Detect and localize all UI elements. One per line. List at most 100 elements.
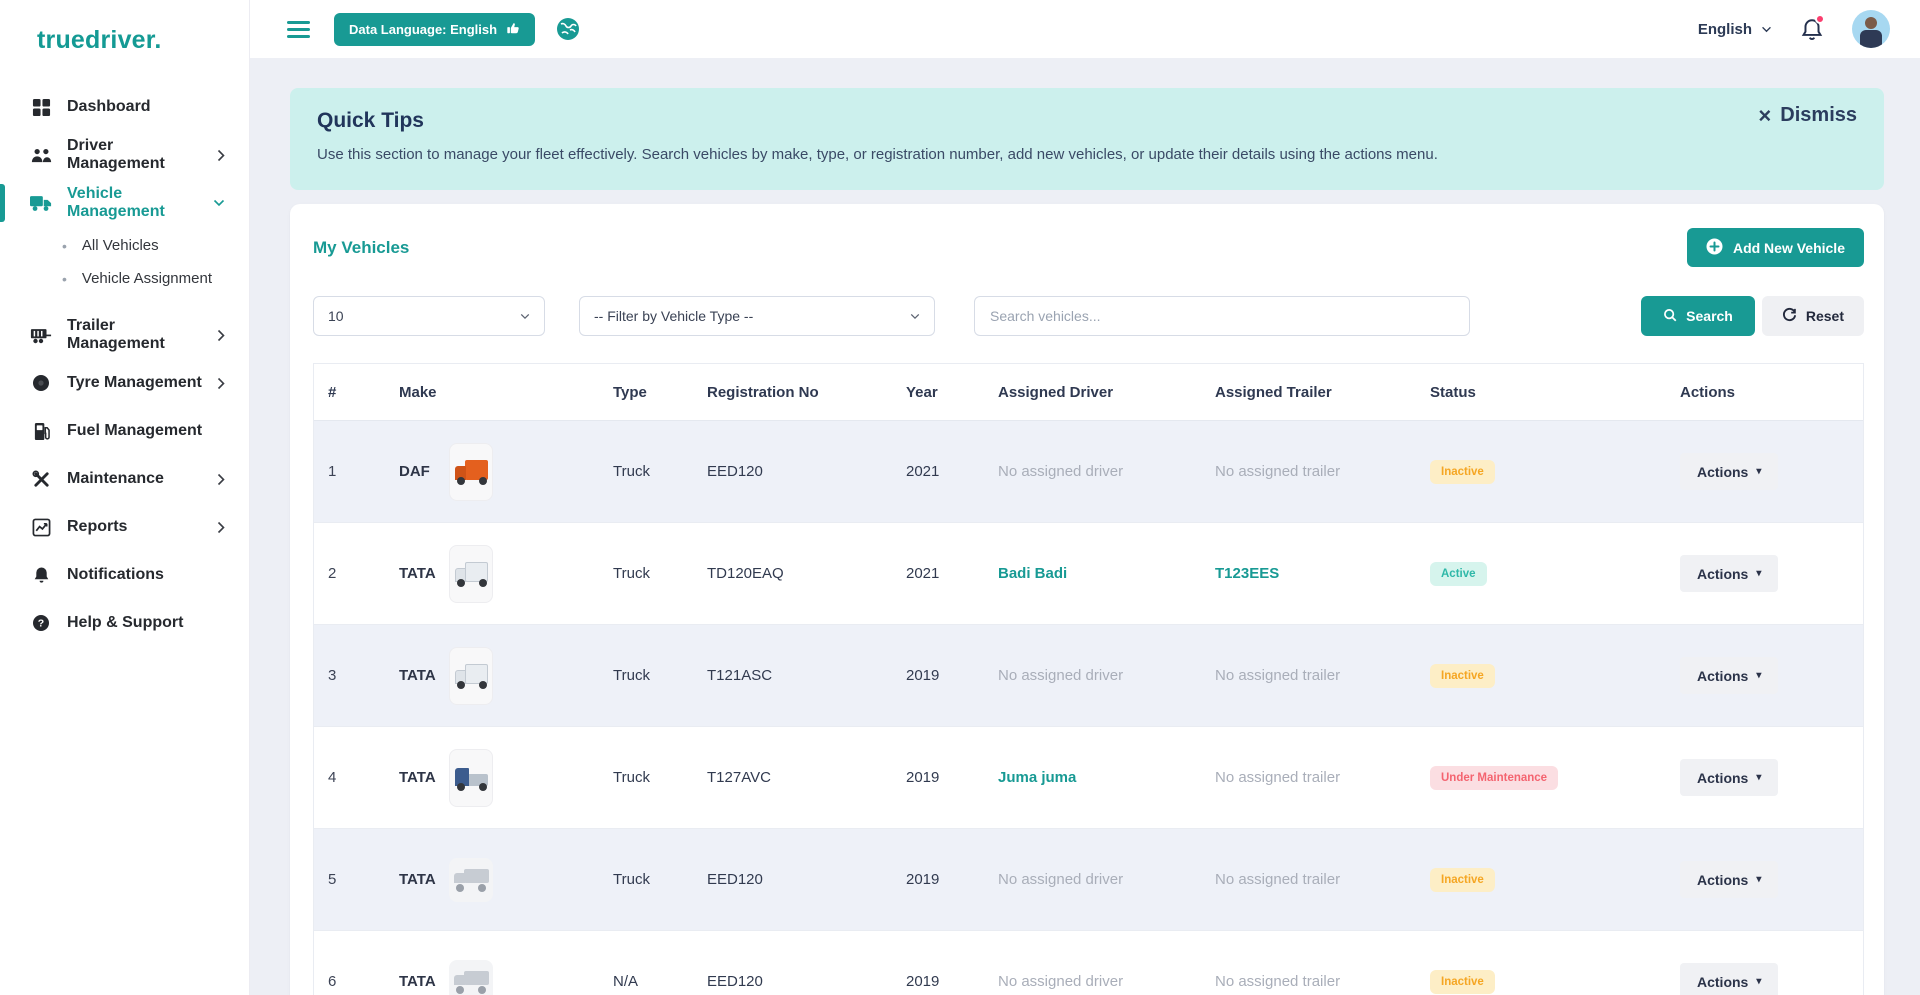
my-vehicles-card: My Vehicles Add New Vehicle 10 --: [290, 204, 1884, 995]
refresh-icon: [1782, 307, 1797, 325]
chevron-down-icon: [1761, 26, 1772, 33]
chevron-down-icon: [213, 199, 225, 207]
assigned-driver: No assigned driver: [998, 463, 1215, 480]
vehicle-type-filter-select[interactable]: -- Filter by Vehicle Type --: [579, 296, 935, 336]
chevron-right-icon: [217, 473, 225, 486]
table-row: 3 TATA Truck T121ASC 2019 No assigned dr…: [314, 625, 1863, 727]
sidebar-item-vehicle-management[interactable]: Vehicle Management: [0, 179, 249, 227]
col-header-index: #: [314, 384, 399, 401]
sidebar-item-maintenance[interactable]: Maintenance: [0, 455, 249, 503]
maintenance-tools-icon: [30, 470, 52, 489]
sidebar-item-label: Reports: [67, 518, 127, 536]
user-avatar[interactable]: [1852, 10, 1890, 48]
row-index: 2: [314, 565, 399, 582]
sidebar-item-dashboard[interactable]: Dashboard: [0, 83, 249, 131]
sidebar-subitem-label: Vehicle Assignment: [82, 270, 212, 287]
hamburger-menu-icon[interactable]: [287, 17, 310, 42]
col-header-actions: Actions: [1680, 384, 1863, 401]
caret-down-icon: ▾: [1756, 976, 1761, 987]
svg-text:?: ?: [38, 618, 44, 630]
sidebar-item-label: Dashboard: [67, 98, 151, 116]
topbar-right: English: [1698, 10, 1890, 48]
search-input[interactable]: [974, 296, 1470, 336]
topbar: Data Language: English English: [250, 0, 1920, 58]
sidebar-item-trailer-management[interactable]: Trailer Management: [0, 311, 249, 359]
assigned-driver: No assigned driver: [998, 871, 1215, 888]
vehicle-year: 2021: [906, 463, 998, 480]
vehicle-type: Truck: [613, 565, 707, 582]
assigned-driver-link[interactable]: Badi Badi: [998, 565, 1215, 582]
language-dropdown[interactable]: English: [1698, 21, 1772, 38]
sidebar-item-fuel-management[interactable]: Fuel Management: [0, 407, 249, 455]
vehicle-registration: TD120EAQ: [707, 565, 906, 582]
data-language-button[interactable]: Data Language: English: [334, 13, 535, 46]
page-size-value: 10: [328, 308, 344, 324]
assigned-trailer: No assigned trailer: [1215, 463, 1430, 480]
search-button[interactable]: Search: [1641, 296, 1755, 336]
actions-dropdown-button[interactable]: Actions▾: [1680, 453, 1778, 490]
sidebar-subitem-vehicle-assignment[interactable]: Vehicle Assignment: [0, 262, 249, 295]
assigned-trailer-link[interactable]: T123EES: [1215, 565, 1430, 582]
actions-dropdown-button[interactable]: Actions▾: [1680, 555, 1778, 592]
brand-logo: truedriver.: [0, 0, 249, 55]
dismiss-button[interactable]: × Dismiss: [1758, 104, 1857, 127]
sidebar-item-notifications[interactable]: Notifications: [0, 551, 249, 599]
chevron-right-icon: [217, 377, 225, 390]
sidebar-item-label: Notifications: [67, 566, 164, 584]
vehicle-year: 2019: [906, 769, 998, 786]
sidebar-item-reports[interactable]: Reports: [0, 503, 249, 551]
plus-circle-icon: [1706, 238, 1723, 258]
vehicle-year: 2019: [906, 667, 998, 684]
close-icon: ×: [1758, 105, 1771, 127]
actions-dropdown-button[interactable]: Actions▾: [1680, 759, 1778, 796]
vehicle-photo-placeholder: [449, 960, 493, 995]
actions-dropdown-button[interactable]: Actions▾: [1680, 963, 1778, 995]
vehicle-type: Truck: [613, 871, 707, 888]
sidebar-item-label: Trailer Management: [67, 317, 202, 353]
vehicle-registration: EED120: [707, 463, 906, 480]
status-badge: Inactive: [1430, 460, 1495, 484]
notifications-bell-icon[interactable]: [1800, 17, 1824, 42]
vehicle-make: TATA: [399, 871, 436, 888]
reset-button[interactable]: Reset: [1762, 296, 1864, 336]
vehicle-make: TATA: [399, 667, 436, 684]
globe-icon[interactable]: [555, 16, 581, 42]
filters-row: 10 -- Filter by Vehicle Type --: [313, 296, 1864, 336]
vehicle-photo-placeholder: [449, 858, 493, 902]
assigned-driver: No assigned driver: [998, 973, 1215, 990]
dashboard-icon: [30, 98, 52, 117]
assigned-trailer: No assigned trailer: [1215, 973, 1430, 990]
language-label: English: [1698, 21, 1752, 38]
vehicle-make: TATA: [399, 973, 436, 990]
status-badge: Inactive: [1430, 970, 1495, 994]
sidebar-item-driver-management[interactable]: Driver Management: [0, 131, 249, 179]
actions-dropdown-button[interactable]: Actions▾: [1680, 861, 1778, 898]
page-content: × Dismiss Quick Tips Use this section to…: [250, 58, 1920, 995]
page-size-select[interactable]: 10: [313, 296, 545, 336]
row-index: 6: [314, 973, 399, 990]
table-row: 2 TATA Truck TD120EAQ 2021 Badi Badi T12…: [314, 523, 1863, 625]
col-header-make: Make: [399, 384, 613, 401]
sidebar-item-label: Tyre Management: [67, 374, 202, 392]
vehicle-registration: EED120: [707, 871, 906, 888]
sidebar-item-help-support[interactable]: ? Help & Support: [0, 599, 249, 647]
caret-down-icon: ▾: [1756, 466, 1761, 477]
help-icon: ?: [30, 614, 52, 632]
vehicle-type: Truck: [613, 463, 707, 480]
tyre-icon: [30, 374, 52, 392]
assigned-driver-link[interactable]: Juma juma: [998, 769, 1215, 786]
col-header-status: Status: [1430, 384, 1680, 401]
quick-tips-banner: × Dismiss Quick Tips Use this section to…: [290, 88, 1884, 190]
page-title: My Vehicles: [313, 238, 409, 258]
add-new-vehicle-button[interactable]: Add New Vehicle: [1687, 228, 1864, 267]
thumbs-up-icon: [506, 21, 520, 38]
table-row: 5 TATA Truck EED120 2019 No assigned dri…: [314, 829, 1863, 931]
col-header-assigned-trailer: Assigned Trailer: [1215, 384, 1430, 401]
sidebar-item-label: Help & Support: [67, 614, 183, 632]
row-index: 5: [314, 871, 399, 888]
sidebar-item-tyre-management[interactable]: Tyre Management: [0, 359, 249, 407]
actions-dropdown-button[interactable]: Actions▾: [1680, 657, 1778, 694]
sidebar-subitem-all-vehicles[interactable]: All Vehicles: [0, 229, 249, 262]
vehicle-make: TATA: [399, 769, 436, 786]
vehicle-year: 2019: [906, 973, 998, 990]
